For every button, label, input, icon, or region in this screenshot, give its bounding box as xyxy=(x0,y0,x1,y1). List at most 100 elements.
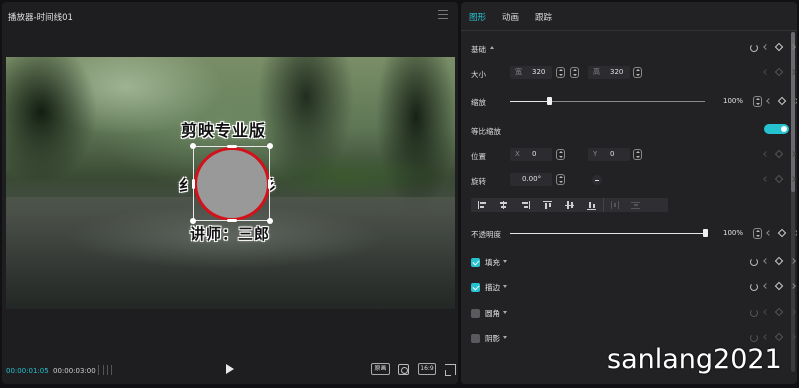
y-value: 0 xyxy=(610,150,615,158)
selection-box[interactable] xyxy=(190,143,273,224)
x-field[interactable]: X 0 xyxy=(510,148,552,161)
resize-handle-tl[interactable] xyxy=(190,143,196,149)
ratio-button[interactable]: 16:9 xyxy=(418,363,436,375)
align-bottom-icon[interactable] xyxy=(581,198,603,212)
rotation-stepper[interactable] xyxy=(556,174,565,185)
caption-title[interactable]: 剪映专业版 xyxy=(181,117,266,141)
tab-divider xyxy=(461,30,797,31)
corner-label[interactable]: 圆角 xyxy=(485,308,500,319)
stroke-label[interactable]: 描边 xyxy=(485,282,500,293)
resize-handle-bottom[interactable] xyxy=(227,219,237,222)
opacity-value[interactable]: 100% xyxy=(711,227,747,240)
height-value: 320 xyxy=(610,68,624,76)
chevron-down-icon[interactable] xyxy=(503,311,507,314)
shadow-label[interactable]: 阴影 xyxy=(485,333,500,344)
stroke-checkbox[interactable] xyxy=(471,283,480,292)
chevron-down-icon[interactable] xyxy=(503,260,507,263)
keyframe-size[interactable] xyxy=(763,67,796,77)
timeline-icon[interactable] xyxy=(98,365,112,375)
opacity-stepper[interactable] xyxy=(753,228,762,239)
resize-handle-left[interactable] xyxy=(192,179,195,189)
distribute-vertical-icon[interactable] xyxy=(625,198,647,212)
keyframe-opacity[interactable] xyxy=(766,228,797,238)
caption-teacher[interactable]: 讲师：三郎 xyxy=(190,223,270,244)
keyframe-shadow[interactable] xyxy=(763,332,796,342)
align-vcenter-icon[interactable] xyxy=(559,198,581,212)
scale-label: 缩放 xyxy=(471,98,486,107)
fill-label[interactable]: 填充 xyxy=(485,257,500,268)
tab-animation[interactable]: 动画 xyxy=(502,11,519,23)
width-value: 320 xyxy=(532,68,546,76)
keyframe-fill[interactable] xyxy=(763,256,796,266)
x-stepper[interactable] xyxy=(556,149,565,160)
tab-shape[interactable]: 图形 xyxy=(469,11,486,23)
total-time: 00:00:03:00 xyxy=(53,367,96,375)
keyframe-basic[interactable] xyxy=(763,42,796,52)
chevron-up-icon[interactable] xyxy=(490,46,494,49)
video-preview[interactable]: 剪映专业版 纟 彡 讲师：三郎 xyxy=(6,57,455,309)
y-stepper[interactable] xyxy=(633,149,642,160)
align-hcenter-icon[interactable] xyxy=(493,198,515,212)
quality-button[interactable]: 原画 xyxy=(371,363,390,375)
x-value: 0 xyxy=(532,150,537,158)
rotation-field[interactable]: 0.00° xyxy=(510,173,552,186)
keyframe-stroke[interactable] xyxy=(763,281,796,291)
shadow-reset-icon[interactable] xyxy=(750,334,758,342)
scale-slider-thumb[interactable] xyxy=(547,97,552,105)
align-right-icon[interactable] xyxy=(515,198,537,212)
keyframe-position[interactable] xyxy=(763,149,796,159)
scale-stepper[interactable] xyxy=(753,96,762,107)
fullscreen-icon[interactable] xyxy=(445,364,456,376)
align-top-icon[interactable] xyxy=(537,198,559,212)
menu-icon[interactable] xyxy=(438,10,448,19)
rotation-value: 0.00° xyxy=(522,175,542,183)
stroke-reset-icon[interactable] xyxy=(750,283,758,291)
basic-section-label[interactable]: 基础 xyxy=(471,44,486,55)
link-icon[interactable] xyxy=(570,67,579,78)
scale-value[interactable]: 100% xyxy=(711,95,747,108)
height-stepper[interactable] xyxy=(633,67,642,78)
tab-tracking[interactable]: 跟踪 xyxy=(535,11,552,23)
preview-foliage xyxy=(256,152,446,202)
chevron-down-icon[interactable] xyxy=(503,285,507,288)
width-field[interactable]: 宽 320 xyxy=(510,66,552,79)
width-stepper[interactable] xyxy=(556,67,565,78)
scrollbar-thumb[interactable] xyxy=(791,32,795,192)
size-label: 大小 xyxy=(471,70,486,79)
proportional-toggle[interactable] xyxy=(764,124,789,134)
resize-handle-top[interactable] xyxy=(227,145,237,148)
rotation-dial[interactable] xyxy=(592,175,602,185)
play-icon[interactable] xyxy=(226,364,234,374)
proportional-label: 等比缩放 xyxy=(471,127,501,136)
opacity-slider-thumb[interactable] xyxy=(703,229,708,237)
opacity-slider-fill xyxy=(510,233,705,234)
player-panel: 播放器-时间线01 剪映专业版 纟 彡 讲师：三郎 00:00:01:05 00… xyxy=(2,2,458,384)
focus-icon[interactable] xyxy=(398,364,409,375)
shadow-checkbox[interactable] xyxy=(471,334,480,343)
inspector-panel: 图形 动画 跟踪 基础 大小 宽 320 高 320 缩放 100% 等比缩放 … xyxy=(461,2,797,384)
resize-handle-right[interactable] xyxy=(268,179,271,189)
keyframe-rotation[interactable] xyxy=(763,174,796,184)
fill-checkbox[interactable] xyxy=(471,258,480,267)
distribute-horizontal-icon[interactable] xyxy=(603,198,625,212)
chevron-down-icon[interactable] xyxy=(503,336,507,339)
opacity-label: 不透明度 xyxy=(471,230,501,239)
height-field[interactable]: 高 320 xyxy=(588,66,630,79)
scale-slider-fill xyxy=(510,101,549,102)
resize-handle-tr[interactable] xyxy=(267,143,273,149)
width-prefix: 宽 xyxy=(515,68,522,76)
corner-reset-icon[interactable] xyxy=(750,309,758,317)
resize-handle-br[interactable] xyxy=(267,218,273,224)
keyframe-corner[interactable] xyxy=(763,307,796,317)
keyframe-scale[interactable] xyxy=(766,96,797,106)
corner-checkbox[interactable] xyxy=(471,309,480,318)
y-field[interactable]: Y 0 xyxy=(588,148,630,161)
align-left-icon[interactable] xyxy=(471,198,493,212)
x-prefix: X xyxy=(515,150,520,158)
watermark-text: sanlang2021 xyxy=(607,344,782,375)
alignment-toolbar xyxy=(471,198,668,212)
fill-reset-icon[interactable] xyxy=(750,258,758,266)
reset-icon[interactable] xyxy=(750,44,758,52)
resize-handle-bl[interactable] xyxy=(190,218,196,224)
rotation-label: 旋转 xyxy=(471,177,486,186)
